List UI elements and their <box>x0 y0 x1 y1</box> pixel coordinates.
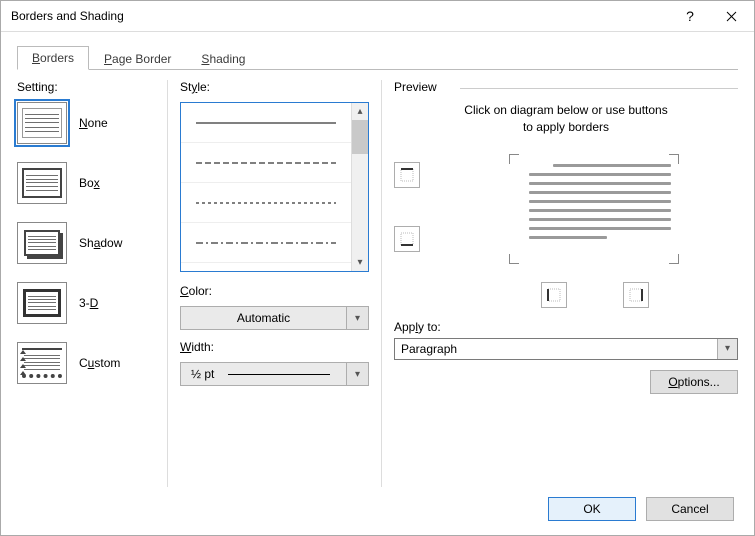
setting-custom-label: Custom <box>79 356 120 370</box>
width-dropdown[interactable]: ½ pt ▾ <box>180 362 369 386</box>
color-dropdown[interactable]: Automatic ▾ <box>180 306 369 330</box>
setting-custom[interactable]: Custom <box>17 342 167 384</box>
title-bar[interactable]: Borders and Shading ? <box>1 1 754 32</box>
tab-borders[interactable]: Borders <box>17 46 89 70</box>
preview-label: Preview <box>394 80 437 94</box>
setting-none-label: None <box>79 116 108 130</box>
ok-button[interactable]: OK <box>548 497 636 521</box>
width-value-wrap: ½ pt <box>181 367 346 381</box>
setting-column: Setting: None Box <box>17 80 167 487</box>
preview-diagram-row <box>394 150 738 264</box>
options-button[interactable]: Options... <box>650 370 738 394</box>
width-label: Width: <box>180 340 369 354</box>
style-solid[interactable] <box>181 103 351 143</box>
style-dashdot[interactable] <box>181 223 351 263</box>
content-area: Setting: None Box <box>17 70 738 487</box>
preview-diagram[interactable] <box>509 154 679 264</box>
border-bottom-toggle[interactable] <box>394 226 420 252</box>
setting-box-label: Box <box>79 176 100 190</box>
border-left-icon <box>546 287 562 303</box>
paragraph-sample <box>529 164 671 239</box>
scroll-up-icon[interactable]: ▴ <box>352 103 368 120</box>
chevron-down-icon: ▾ <box>346 307 368 329</box>
bottom-toggle-group <box>394 282 738 308</box>
preview-column: Preview Click on diagram below or use bu… <box>381 80 738 487</box>
close-icon <box>726 11 737 22</box>
setting-label: Setting: <box>17 80 167 94</box>
setting-none[interactable]: None <box>17 102 167 144</box>
color-label: Color: <box>180 284 369 298</box>
tab-strip: Borders Page Border Shading <box>17 46 738 70</box>
tab-shading-label: hading <box>209 52 245 66</box>
help-button[interactable]: ? <box>671 1 709 32</box>
setting-3d-label: 3-D <box>79 296 98 310</box>
setting-shadow-label: Shadow <box>79 236 122 250</box>
diagram-wrap <box>450 150 738 264</box>
chevron-down-icon: ▾ <box>717 339 737 359</box>
setting-none-icon <box>17 102 67 144</box>
border-bottom-icon <box>399 231 415 247</box>
cancel-button[interactable]: Cancel <box>646 497 734 521</box>
window-title: Borders and Shading <box>11 9 671 23</box>
apply-to-dropdown[interactable]: Paragraph ▾ <box>394 338 738 360</box>
preview-group-title: Preview <box>394 80 738 94</box>
close-button[interactable] <box>709 1 754 32</box>
width-line-sample <box>228 374 330 375</box>
style-label: Style: <box>180 80 369 94</box>
style-scrollbar[interactable]: ▴ ▾ <box>351 103 368 271</box>
apply-to-value: Paragraph <box>395 342 717 356</box>
setting-custom-icon <box>17 342 67 384</box>
border-right-icon <box>628 287 644 303</box>
setting-3d-icon <box>17 282 67 324</box>
setting-box[interactable]: Box <box>17 162 167 204</box>
border-top-toggle[interactable] <box>394 162 420 188</box>
client-area: Borders Page Border Shading Setting: Non… <box>1 32 754 535</box>
scroll-down-icon[interactable]: ▾ <box>352 254 368 271</box>
chevron-down-icon: ▾ <box>346 363 368 385</box>
dialog-window: Borders and Shading ? Borders Page Borde… <box>0 0 755 536</box>
border-left-toggle[interactable] <box>541 282 567 308</box>
style-list-items <box>181 103 351 271</box>
border-top-icon <box>399 167 415 183</box>
style-longdash[interactable] <box>181 143 351 183</box>
left-toggle-group <box>394 162 450 252</box>
dialog-footer: OK Cancel <box>17 487 738 525</box>
tab-page-border[interactable]: Page Border <box>89 47 186 70</box>
tab-page-border-label: age Border <box>112 52 171 66</box>
setting-box-icon <box>17 162 67 204</box>
scroll-thumb[interactable] <box>352 120 368 154</box>
color-value: Automatic <box>181 311 346 325</box>
setting-shadow[interactable]: Shadow <box>17 222 167 264</box>
setting-3d[interactable]: 3-D <box>17 282 167 324</box>
scroll-track[interactable] <box>352 154 368 254</box>
tab-shading[interactable]: Shading <box>186 47 260 70</box>
style-shortdash[interactable] <box>181 183 351 223</box>
tab-borders-label: orders <box>40 51 74 65</box>
style-list[interactable]: ▴ ▾ <box>180 102 369 272</box>
preview-hint: Click on diagram below or use buttons to… <box>394 102 738 136</box>
style-column: Style: ▴ ▾ Color: <box>167 80 381 487</box>
apply-to-label: Apply to: <box>394 320 738 334</box>
setting-shadow-icon <box>17 222 67 264</box>
border-right-toggle[interactable] <box>623 282 649 308</box>
width-value: ½ pt <box>191 367 214 381</box>
